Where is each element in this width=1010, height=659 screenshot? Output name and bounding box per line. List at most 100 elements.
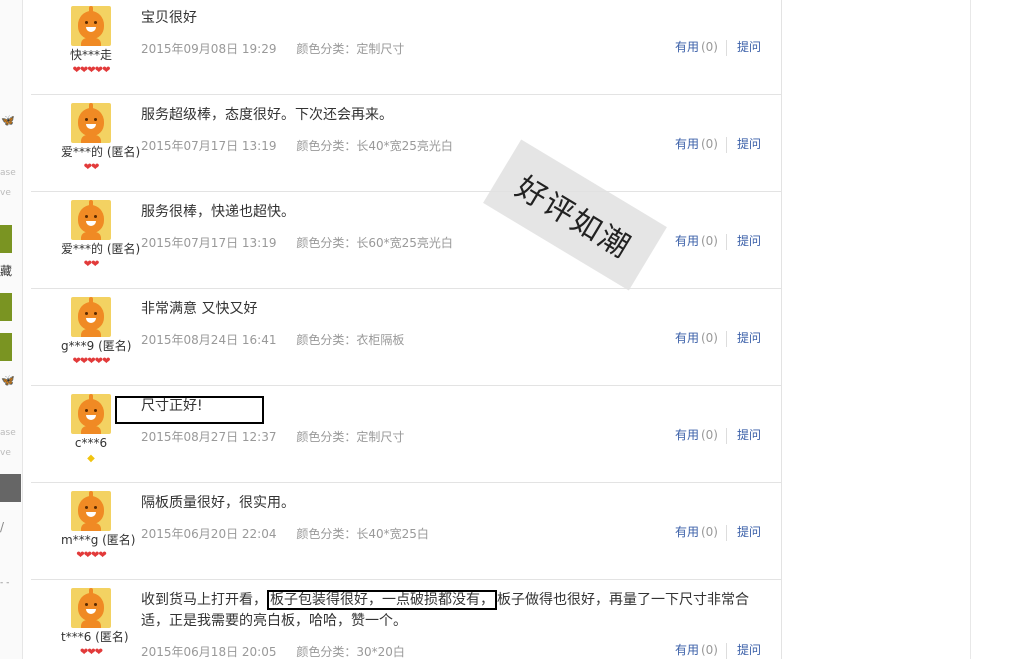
review-meta: 2015年08月24日 16:41 颜色分类：衣柜隔板 xyxy=(141,331,404,348)
review-item: 快***走 ❤❤❤❤❤ 宝贝很好 2015年09月08日 19:29 颜色分类：… xyxy=(31,0,781,95)
review-actions: 有用 (0) 提问 xyxy=(675,38,761,56)
reviewer-info: 快***走 ❤❤❤❤❤ xyxy=(61,6,121,77)
useful-link[interactable]: 有用 xyxy=(675,428,699,442)
avatar[interactable] xyxy=(71,200,111,240)
sidebar-button[interactable] xyxy=(0,333,12,361)
useful-count: (0) xyxy=(700,643,718,657)
useful-link[interactable]: 有用 xyxy=(675,234,699,248)
review-text: 隔板质量很好，很实用。 xyxy=(141,495,295,511)
sidebar-button[interactable] xyxy=(0,293,12,321)
review-spec: 颜色分类：衣柜隔板 xyxy=(296,333,405,347)
sidebar-fragment: ase xyxy=(0,168,16,178)
review-actions: 有用 (0) 提问 xyxy=(675,641,761,659)
avatar[interactable] xyxy=(71,6,111,46)
divider xyxy=(725,642,727,659)
useful-link[interactable]: 有用 xyxy=(675,137,699,151)
sidebar-fragment: ve xyxy=(0,188,11,198)
review-spec: 颜色分类：长60*宽25亮光白 xyxy=(296,236,453,250)
ask-link[interactable]: 提问 xyxy=(737,331,761,345)
left-sidebar: 🦋 ase ve 藏 🦋 ase ve / - - xyxy=(0,0,23,659)
avatar[interactable] xyxy=(71,103,111,143)
avatar[interactable] xyxy=(71,394,111,434)
review-list: 快***走 ❤❤❤❤❤ 宝贝很好 2015年09月08日 19:29 颜色分类：… xyxy=(31,0,781,659)
review-date: 2015年07月17日 13:19 xyxy=(141,139,277,153)
divider xyxy=(725,233,727,250)
useful-link[interactable]: 有用 xyxy=(675,331,699,345)
rank-hearts-icon: ❤❤ xyxy=(83,259,100,270)
review-text: 服务很棒，快递也超快。 xyxy=(141,204,295,220)
review-text: 服务超级棒，态度很好。下次还会再来。 xyxy=(141,107,393,123)
ask-link[interactable]: 提问 xyxy=(737,428,761,442)
useful-link[interactable]: 有用 xyxy=(675,40,699,54)
avatar[interactable] xyxy=(71,588,111,628)
reviewer-name: 爱***的 (匿名) xyxy=(61,242,141,256)
review-actions: 有用 (0) 提问 xyxy=(675,329,761,347)
review-text: 收到货马上打开看， 板子包装得很好，一点破损都没有， 板子做得也很好，再量了一下尺寸… xyxy=(141,590,771,632)
review-item: m***g (匿名) ❤❤❤❤ 隔板质量很好，很实用。 2015年06月20日 … xyxy=(31,483,781,580)
reviewer-name: 快***走 xyxy=(69,48,112,62)
reviewer-name: c***6 xyxy=(74,436,108,450)
right-panel xyxy=(782,0,971,659)
divider xyxy=(725,136,727,153)
ask-link[interactable]: 提问 xyxy=(737,40,761,54)
review-text-part: 收到货马上打开看， xyxy=(141,592,267,608)
divider xyxy=(725,39,727,56)
reviewer-name: 爱***的 (匿名) xyxy=(61,145,141,159)
sidebar-button[interactable] xyxy=(0,474,21,502)
ask-link[interactable]: 提问 xyxy=(737,525,761,539)
highlighted-text: 板子包装得很好，一点破损都没有， xyxy=(267,590,497,610)
reviewer-info: t***6 (匿名) ❤❤❤ xyxy=(61,588,129,659)
review-spec: 颜色分类：30*20白 xyxy=(296,645,405,659)
review-actions: 有用 (0) 提问 xyxy=(675,426,761,444)
useful-count: (0) xyxy=(700,234,718,248)
review-spec: 颜色分类：长40*宽25白 xyxy=(296,527,429,541)
rank-diamond-icon: ◆ xyxy=(87,453,95,464)
review-date: 2015年07月17日 13:19 xyxy=(141,236,277,250)
review-meta: 2015年06月20日 22:04 颜色分类：长40*宽25白 xyxy=(141,525,429,542)
review-meta: 2015年07月17日 13:19 颜色分类：长60*宽25亮光白 xyxy=(141,234,453,251)
butterfly-icon: 🦋 xyxy=(1,374,15,387)
reviewer-name: m***g (匿名) xyxy=(61,533,136,547)
rank-hearts-icon: ❤❤❤ xyxy=(79,647,103,658)
useful-link[interactable]: 有用 xyxy=(675,525,699,539)
review-spec: 颜色分类：定制尺寸 xyxy=(296,42,405,56)
rank-hearts-icon: ❤❤❤❤ xyxy=(76,550,107,561)
review-date: 2015年08月27日 12:37 xyxy=(141,430,277,444)
ask-link[interactable]: 提问 xyxy=(737,234,761,248)
review-item: 爱***的 (匿名) ❤❤ 服务超级棒，态度很好。下次还会再来。 2015年07… xyxy=(31,95,781,192)
sidebar-fragment: / xyxy=(0,520,5,534)
review-actions: 有用 (0) 提问 xyxy=(675,135,761,153)
review-meta: 2015年06月18日 20:05 颜色分类：30*20白 xyxy=(141,643,405,659)
ask-link[interactable]: 提问 xyxy=(737,643,761,657)
review-item: g***9 (匿名) ❤❤❤❤❤ 非常满意 又快又好 2015年08月24日 1… xyxy=(31,289,781,386)
useful-count: (0) xyxy=(700,137,718,151)
avatar[interactable] xyxy=(71,491,111,531)
useful-link[interactable]: 有用 xyxy=(675,643,699,657)
divider xyxy=(725,427,727,444)
divider xyxy=(725,524,727,541)
review-meta: 2015年07月17日 13:19 颜色分类：长40*宽25亮光白 xyxy=(141,137,453,154)
review-date: 2015年08月24日 16:41 xyxy=(141,333,277,347)
ask-link[interactable]: 提问 xyxy=(737,137,761,151)
divider xyxy=(725,330,727,347)
sidebar-button[interactable] xyxy=(0,225,12,253)
review-date: 2015年06月18日 20:05 xyxy=(141,645,277,659)
review-spec: 颜色分类：长40*宽25亮光白 xyxy=(296,139,453,153)
review-actions: 有用 (0) 提问 xyxy=(675,232,761,250)
avatar[interactable] xyxy=(71,297,111,337)
sidebar-fragment: 藏 xyxy=(0,264,13,278)
review-text: 非常满意 又快又好 xyxy=(141,301,258,317)
useful-count: (0) xyxy=(700,428,718,442)
review-spec: 颜色分类：定制尺寸 xyxy=(296,430,405,444)
review-meta: 2015年08月27日 12:37 颜色分类：定制尺寸 xyxy=(141,428,404,445)
rank-hearts-icon: ❤❤ xyxy=(83,162,100,173)
review-date: 2015年06月20日 22:04 xyxy=(141,527,277,541)
reviewer-info: m***g (匿名) ❤❤❤❤ xyxy=(61,491,136,562)
review-item: c***6 ◆ 尺寸正好! 2015年08月27日 12:37 颜色分类：定制尺… xyxy=(31,386,781,483)
review-text: 尺寸正好! xyxy=(141,398,203,414)
review-date: 2015年09月08日 19:29 xyxy=(141,42,277,56)
reviewer-info: g***9 (匿名) ❤❤❤❤❤ xyxy=(61,297,131,368)
reviewer-name: t***6 (匿名) xyxy=(61,630,129,644)
review-actions: 有用 (0) 提问 xyxy=(675,523,761,541)
rank-hearts-icon: ❤❤❤❤❤ xyxy=(72,65,111,76)
